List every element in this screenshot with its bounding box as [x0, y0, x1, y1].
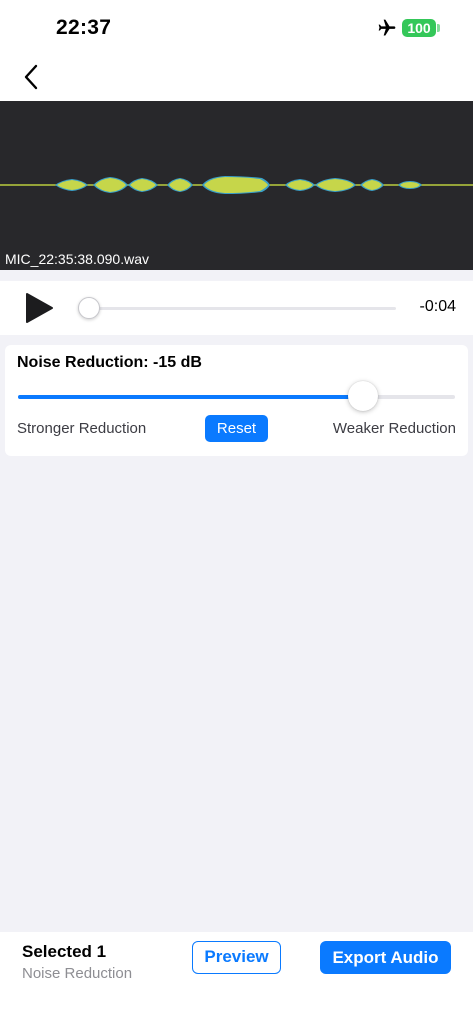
- noise-reduction-slider-fill: [18, 395, 364, 399]
- remaining-time: -0:04: [419, 298, 456, 315]
- player-bar: -0:04: [0, 281, 473, 335]
- navigation-bar: [0, 54, 473, 101]
- waveform-panel: MIC_22:35:38.090.wav: [0, 101, 473, 270]
- selected-count: Selected 1: [22, 942, 107, 961]
- stronger-reduction-label: Stronger Reduction: [17, 420, 147, 437]
- back-button[interactable]: [16, 62, 46, 92]
- file-name-label: MIC_22:35:38.090.wav: [5, 251, 149, 267]
- battery-indicator: 100: [402, 19, 436, 37]
- export-audio-button[interactable]: Export Audio: [320, 941, 451, 974]
- status-bar: 22:37 100: [0, 0, 473, 54]
- bottom-bar: Selected 1 Noise Reduction Preview Expor…: [0, 932, 473, 1024]
- selected-effect: Noise Reduction: [22, 965, 133, 982]
- noise-reduction-slider-thumb[interactable]: [348, 381, 379, 411]
- playback-progress-track[interactable]: [86, 307, 396, 310]
- noise-reduction-title: Noise Reduction: -15 dB: [17, 354, 202, 371]
- playback-progress-thumb[interactable]: [78, 297, 100, 319]
- preview-button[interactable]: Preview: [192, 941, 281, 974]
- play-icon[interactable]: [24, 292, 54, 324]
- battery-tip: [437, 24, 440, 32]
- airplane-icon: [378, 19, 396, 36]
- status-time: 22:37: [56, 16, 112, 39]
- reset-button[interactable]: Reset: [205, 415, 268, 442]
- weaker-reduction-label: Weaker Reduction: [332, 420, 456, 437]
- noise-reduction-card: Noise Reduction: -15 dB Stronger Reducti…: [5, 345, 468, 456]
- chevron-left-icon: [24, 64, 38, 90]
- audio-waveform: [0, 176, 473, 194]
